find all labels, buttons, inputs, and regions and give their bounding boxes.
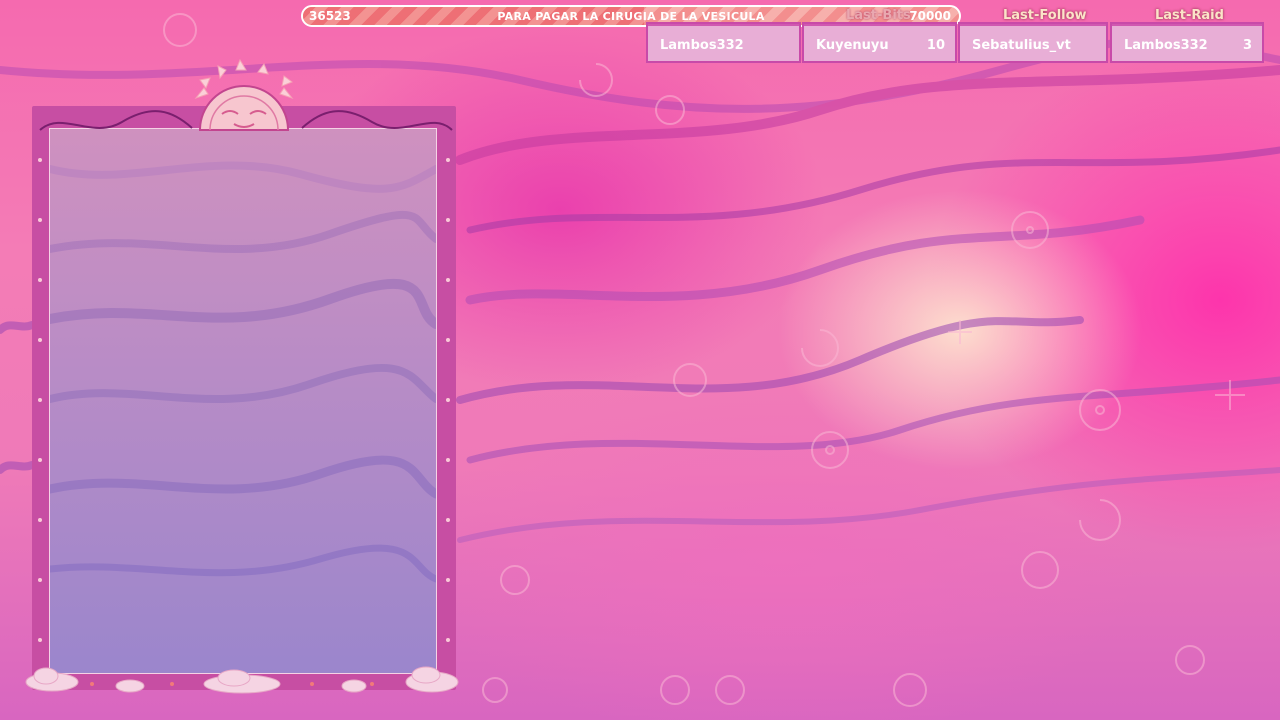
event-name: Sebatulius_vt [972,38,1071,53]
event-box-1: Lambos332 [646,22,801,63]
event-name: Lambos332 [1124,38,1208,53]
last-bits-label: Last-Bits [846,8,911,23]
event-name: Lambos332 [660,38,744,53]
event-count: 10 [926,38,945,53]
last-raid-label: Last-Raid [1155,8,1224,23]
event-count: 3 [1242,38,1252,53]
event-box-last-follow: Sebatulius_vt [958,22,1108,63]
frame-ornaments [38,110,453,686]
sun-ornament-icon [194,58,294,131]
event-box-last-raid: Lambos332 3 [1110,22,1264,63]
goal-target-amount: 70000 [909,9,951,23]
event-box-last-bits: Kuyenuyu 10 [802,22,957,63]
last-follow-label: Last-Follow [1003,8,1087,23]
event-name: Kuyenuyu [816,38,889,53]
cloud-ornaments [25,666,459,694]
